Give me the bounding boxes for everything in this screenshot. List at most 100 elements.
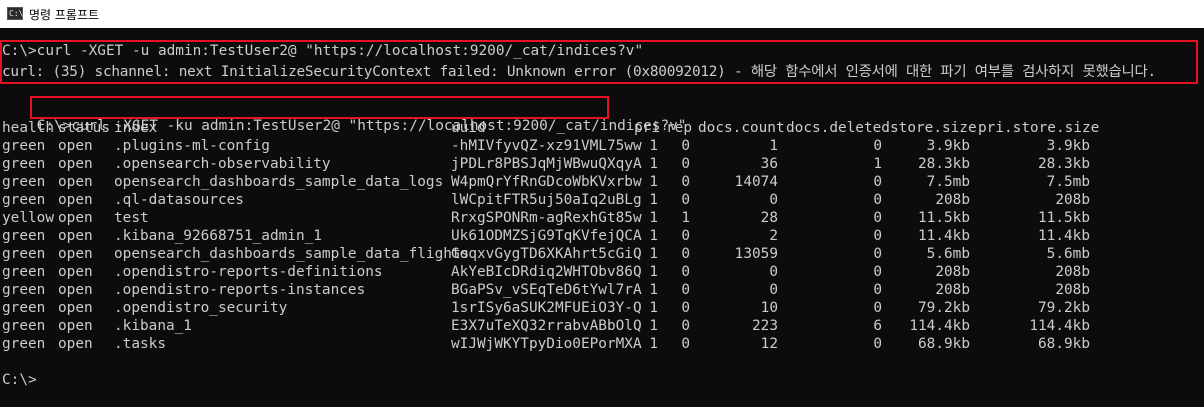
cell-pri: 1 xyxy=(649,300,658,316)
cell-index: .kibana_92668751_admin_1 xyxy=(114,228,322,244)
cell-pri-store-size: 5.6mb xyxy=(1046,246,1090,262)
cell-rep: 0 xyxy=(681,192,690,208)
cell-health: green xyxy=(2,174,46,190)
cell-docs-deleted: 0 xyxy=(873,228,882,244)
header-index: index xyxy=(114,120,158,136)
cell-docs-count: 1 xyxy=(769,138,778,154)
cell-uuid: AkYeBIcDRdiq2WHTObv86Q xyxy=(451,264,642,280)
cell-index: opensearch_dashboards_sample_data_flight… xyxy=(114,246,470,262)
cell-docs-count: 223 xyxy=(752,318,778,334)
cell-docs-count: 28 xyxy=(760,210,778,226)
cell-docs-count: 10 xyxy=(760,300,778,316)
table-row: green open .opensearch-observability jPDLr8… xyxy=(2,155,1200,173)
cell-pri-store-size: 208b xyxy=(1055,192,1090,208)
cell-uuid: RrxgSPONRm-agRexhGt85w xyxy=(451,210,642,226)
cell-index: .tasks xyxy=(114,336,166,352)
cell-pri-store-size: 114.4kb xyxy=(1029,318,1090,334)
table-row: green open .opendistro-reports-definitions… xyxy=(2,263,1200,281)
table-row: green open .ql-datasources lWCpitFTR5uj50aI… xyxy=(2,191,1200,209)
cell-pri: 1 xyxy=(649,246,658,262)
table-row: green open .plugins-ml-config -hMIVfyvQZ-xz… xyxy=(2,137,1200,155)
header-status: status xyxy=(58,120,110,136)
cell-status: open xyxy=(58,300,93,316)
cell-docs-deleted: 6 xyxy=(873,318,882,334)
cell-health: green xyxy=(2,318,46,334)
cell-rep: 1 xyxy=(681,210,690,226)
cell-store-size: 11.4kb xyxy=(918,228,970,244)
cell-docs-deleted: 0 xyxy=(873,300,882,316)
command-highlight-box xyxy=(30,96,609,119)
cell-status: open xyxy=(58,282,93,298)
cell-status: open xyxy=(58,336,93,352)
cell-status: open xyxy=(58,156,93,172)
table-row: green open opensearch_dashboards_sample_da… xyxy=(2,245,1200,263)
cell-store-size: 208b xyxy=(935,264,970,280)
header-pri-store-size: pri.store.size xyxy=(978,120,1100,136)
cell-pri-store-size: 11.4kb xyxy=(1038,228,1090,244)
cell-docs-deleted: 0 xyxy=(873,246,882,262)
cell-health: green xyxy=(2,192,46,208)
table-row: green open opensearch_dashboards_sample_da… xyxy=(2,173,1200,191)
cell-status: open xyxy=(58,264,93,280)
cell-index: .plugins-ml-config xyxy=(114,138,270,154)
cell-index: .opendistro-reports-instances xyxy=(114,282,366,298)
cell-pri: 1 xyxy=(649,174,658,190)
cell-uuid: Uk61ODMZSjG9TqKVfejQCA xyxy=(451,228,642,244)
cell-store-size: 114.4kb xyxy=(909,318,970,334)
cell-index: .opendistro_security xyxy=(114,300,288,316)
cell-index: opensearch_dashboards_sample_data_logs xyxy=(114,174,444,190)
cell-index: .ql-datasources xyxy=(114,192,244,208)
cell-pri: 1 xyxy=(649,336,658,352)
cell-status: open xyxy=(58,192,93,208)
cell-uuid: W4pmQrYfRnGDcoWbKVxrbw xyxy=(451,174,642,190)
cell-index: test xyxy=(114,210,149,226)
cell-pri-store-size: 7.5mb xyxy=(1046,174,1090,190)
cell-status: open xyxy=(58,318,93,334)
cell-rep: 0 xyxy=(681,156,690,172)
cell-rep: 0 xyxy=(681,174,690,190)
header-pri: pri xyxy=(634,120,660,136)
cell-status: open xyxy=(58,138,93,154)
cell-store-size: 5.6mb xyxy=(926,246,970,262)
cell-docs-count: 14074 xyxy=(734,174,778,190)
error-highlight-box xyxy=(0,40,1198,84)
cell-pri: 1 xyxy=(649,156,658,172)
cell-index: .kibana_1 xyxy=(114,318,192,334)
cell-rep: 0 xyxy=(681,138,690,154)
cell-uuid: E3X7uTeXQ32rrabvABbOlQ xyxy=(451,318,642,334)
cell-health: green xyxy=(2,336,46,352)
cell-pri: 1 xyxy=(649,282,658,298)
cell-uuid: BGaPSv_vSEqTeD6tYwl7rA xyxy=(451,282,642,298)
cell-docs-deleted: 0 xyxy=(873,264,882,280)
cell-docs-count: 12 xyxy=(760,336,778,352)
cell-pri: 1 xyxy=(649,228,658,244)
table-row: yellow open test RrxgSPONRm-agRexhGt85w 1 1 28… xyxy=(2,209,1200,227)
cell-pri-store-size: 208b xyxy=(1055,282,1090,298)
cell-docs-deleted: 0 xyxy=(873,282,882,298)
cell-docs-deleted: 0 xyxy=(873,138,882,154)
cell-store-size: 68.9kb xyxy=(918,336,970,352)
cell-uuid: wIJWjWKYTpyDio0EPorMXA xyxy=(451,336,642,352)
cell-docs-count: 0 xyxy=(769,282,778,298)
cell-status: open xyxy=(58,246,93,262)
cell-rep: 0 xyxy=(681,318,690,334)
cell-store-size: 7.5mb xyxy=(926,174,970,190)
cell-uuid: lWCpitFTR5uj50aIq2uBLg xyxy=(451,192,642,208)
cell-health: green xyxy=(2,138,46,154)
cell-health: green xyxy=(2,246,46,262)
cell-health: green xyxy=(2,264,46,280)
cell-store-size: 208b xyxy=(935,192,970,208)
console-output[interactable]: C:\>curl -XGET -u admin:TestUser2@ "http… xyxy=(0,28,1204,407)
cell-docs-deleted: 0 xyxy=(873,336,882,352)
cell-pri-store-size: 208b xyxy=(1055,264,1090,280)
final-prompt: C:\> xyxy=(2,372,37,388)
cell-pri: 1 xyxy=(649,138,658,154)
header-store-size: store.size xyxy=(890,120,977,136)
cell-docs-deleted: 0 xyxy=(873,210,882,226)
cell-uuid: 1srISy6aSUK2MFUEiO3Y-Q xyxy=(451,300,642,316)
header-uuid: uuid xyxy=(451,120,486,136)
cmd-icon: C:\ xyxy=(7,7,24,20)
table-row: green open .opendistro-reports-instances BG… xyxy=(2,281,1200,299)
header-docs-deleted: docs.deleted xyxy=(786,120,890,136)
cell-docs-count: 0 xyxy=(769,264,778,280)
